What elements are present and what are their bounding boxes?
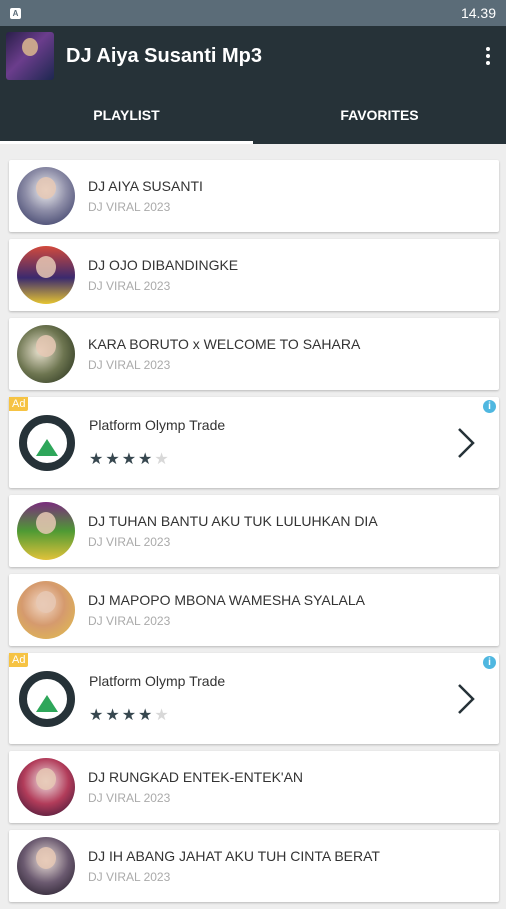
ad-badge: Ad [9,397,29,411]
more-options-icon[interactable] [478,47,498,65]
song-title: KARA BORUTO x WELCOME TO SAHARA [88,336,361,352]
playlist: DJ AIYA SUSANTI DJ VIRAL 2023 DJ OJO DIB… [9,160,499,909]
ad-card[interactable]: Ad i Platform Olymp Trade ★★★★★ [9,653,499,744]
notification-icon: A [10,7,21,19]
song-thumbnail [17,758,75,816]
song-subtitle: DJ VIRAL 2023 [88,535,171,549]
song-title: DJ IH ABANG JAHAT AKU TUH CINTA BERAT [88,848,380,864]
status-time: 14.39 [460,5,496,21]
song-thumbnail [17,581,75,639]
song-subtitle: DJ VIRAL 2023 [88,870,171,884]
song-title: DJ OJO DIBANDINGKE [88,257,239,273]
song-subtitle: DJ VIRAL 2023 [88,791,171,805]
olymp-trade-logo-icon [19,414,75,471]
song-item[interactable]: DJ IH ABANG JAHAT AKU TUH CINTA BERAT DJ… [9,830,499,902]
status-bar: A 14.39 [0,0,506,26]
ad-info-icon[interactable]: i [483,400,496,413]
song-item[interactable]: DJ MAPOPO MBONA WAMESHA SYALALA DJ VIRAL… [9,574,499,646]
song-item[interactable]: DJ RUNGKAD ENTEK-ENTEK'AN DJ VIRAL 2023 [9,751,499,823]
app-title: DJ Aiya Susanti Mp3 [66,44,262,67]
song-thumbnail [17,325,75,383]
ad-rating-stars: ★★★★★ [89,706,171,724]
chevron-right-icon[interactable] [449,423,481,463]
chevron-right-icon[interactable] [449,679,481,719]
song-item[interactable]: DJ OJO DIBANDINGKE DJ VIRAL 2023 [9,239,499,311]
tab-favorites[interactable]: FAVORITES [253,86,506,144]
song-title: DJ MAPOPO MBONA WAMESHA SYALALA [88,592,365,608]
song-subtitle: DJ VIRAL 2023 [88,200,171,214]
song-thumbnail [17,246,75,304]
song-subtitle: DJ VIRAL 2023 [88,279,171,293]
song-item[interactable]: KARA BORUTO x WELCOME TO SAHARA DJ VIRAL… [9,318,499,390]
song-subtitle: DJ VIRAL 2023 [88,358,171,372]
song-item[interactable]: DJ TUHAN BANTU AKU TUK LULUHKAN DIA DJ V… [9,495,499,567]
olymp-trade-logo-icon [19,670,75,727]
song-title: DJ TUHAN BANTU AKU TUK LULUHKAN DIA [88,513,378,529]
ad-title: Platform Olymp Trade [89,672,226,689]
tab-playlist[interactable]: PLAYLIST [0,86,253,144]
ad-title: Platform Olymp Trade [89,416,226,433]
ad-card[interactable]: Ad i Platform Olymp Trade ★★★★★ [9,397,499,488]
song-title: DJ RUNGKAD ENTEK-ENTEK'AN [88,769,304,785]
song-item[interactable]: DJ AIYA SUSANTI DJ VIRAL 2023 [9,160,499,232]
song-thumbnail [17,502,75,560]
ad-info-icon[interactable]: i [483,656,496,669]
tab-bar: PLAYLIST FAVORITES [0,86,506,144]
ad-badge: Ad [9,653,29,667]
ad-rating-stars: ★★★★★ [89,450,171,468]
song-thumbnail [17,167,75,225]
app-logo [6,32,54,80]
app-bar: DJ Aiya Susanti Mp3 [0,26,506,86]
song-subtitle: DJ VIRAL 2023 [88,614,171,628]
song-thumbnail [17,837,75,895]
song-title: DJ AIYA SUSANTI [88,178,203,194]
